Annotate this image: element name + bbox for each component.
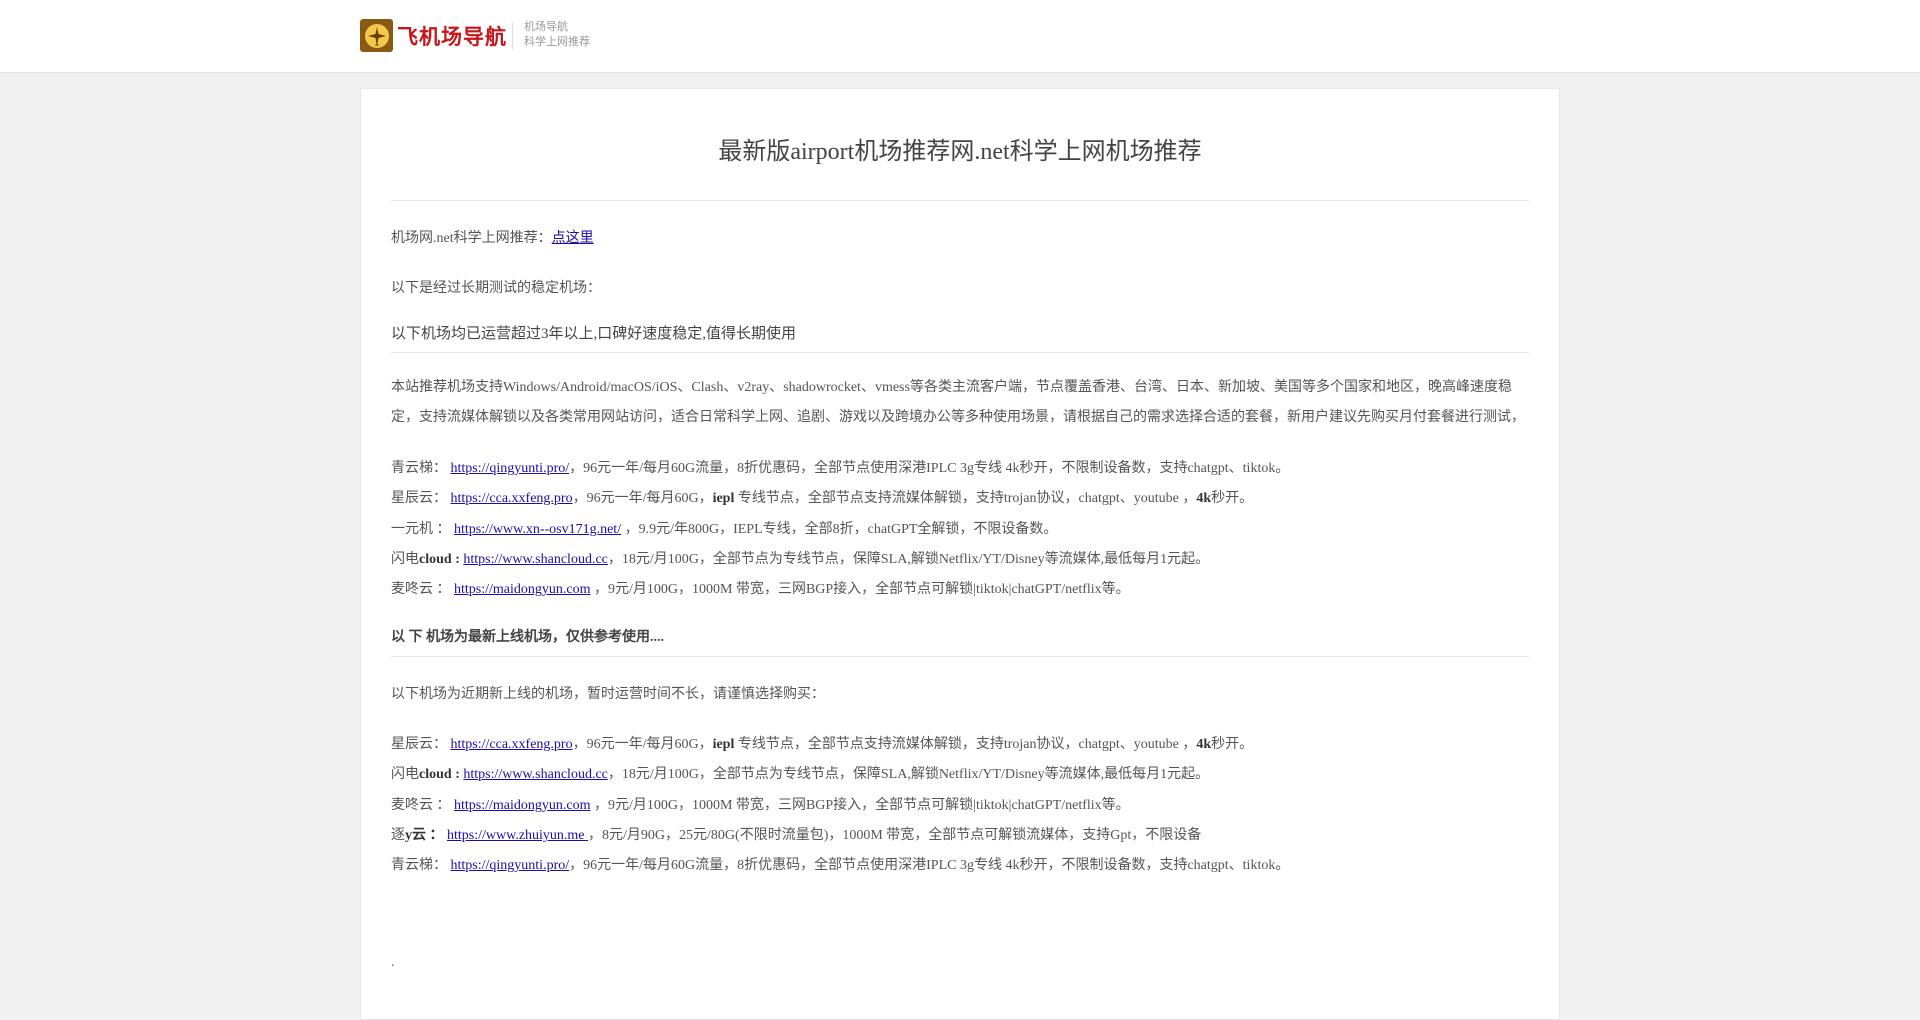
item-link[interactable]: https://www.shancloud.cc: [463, 767, 608, 782]
item-suffix: ，18元/月100G，全部节点为专线节点，保障SLA,解锁Netflix/YT/…: [607, 767, 1210, 783]
item-suffix: ，96元一年/每月60G流量，8折优惠码，全部节点使用深港IPLC 3g专线 4…: [569, 858, 1290, 873]
airport-list-item: 青云梯： https://qingyunti.pro/，96元一年/每月60G流…: [391, 854, 1289, 874]
item-suffix: ，96元一年/每月60G，: [572, 491, 713, 507]
item-link[interactable]: https://www.xn--osv171g.net/: [454, 522, 621, 537]
section-divider-new: [391, 656, 1529, 657]
airport-list-item: 麦咚云 ： https://maidongyun.com ，9元/月100G，1…: [391, 578, 1130, 598]
logo-divider: [512, 22, 513, 50]
airport-list-item: 闪电cloud : https://www.shancloud.cc，18元/月…: [391, 548, 1209, 568]
article-card: 最新版airport机场推荐网.net科学上网机场推荐 机场网.net科学上网推…: [360, 88, 1560, 1020]
item-prefix-2: :: [451, 551, 464, 567]
airport-list-item: 麦咚云 ： https://maidongyun.com ，9元/月100G，1…: [391, 794, 1130, 814]
item-prefix: 青云梯：: [391, 461, 451, 476]
site-logo[interactable]: 飞机场导航: [360, 19, 507, 52]
description-paragraph: 本站推荐机场支持Windows/Android/macOS/iOS、Clash、…: [391, 380, 1525, 425]
tagline-line-2: 科学上网推荐: [524, 36, 590, 48]
item-prefix: 闪电: [391, 551, 419, 567]
item-prefix-bold: cloud: [419, 767, 452, 783]
item-link[interactable]: https://qingyunti.pro/: [451, 858, 570, 873]
item-suffix: ，96元一年/每月60G，: [572, 737, 713, 752]
airplane-icon: [360, 19, 393, 52]
item-suffix: ，8元/月90G，25元/80G(不限时流量包)，1000M 带宽，全部节点可解…: [588, 827, 1202, 843]
airport-list-item: 闪电cloud : https://www.shancloud.cc，18元/月…: [391, 763, 1209, 783]
tagline-line-1: 机场导航: [524, 21, 568, 33]
item-bold: iepl: [712, 737, 735, 752]
item-suffix-2: 专线节点，全部节点支持流媒体解锁，支持trojan协议，chatgpt、yout…: [734, 491, 1197, 507]
item-link[interactable]: https://cca.xxfeng.pro: [451, 737, 573, 752]
item-suffix-3: 秒开。: [1211, 491, 1254, 507]
note-text: 以下是经过长期测试的稳定机场：: [391, 281, 601, 296]
item-link[interactable]: https://www.shancloud.cc: [463, 552, 608, 567]
item-bold-2: 4k: [1196, 737, 1212, 752]
item-prefix: 星辰云：: [391, 737, 451, 752]
airport-list-item: 星辰云： https://cca.xxfeng.pro，96元一年/每月60G，…: [391, 733, 1253, 753]
section-heading-new: 以 下 机场为最新上线机场，仅供参考使用....: [391, 630, 664, 645]
site-tagline: 机场导航 科学上网推荐: [524, 20, 590, 50]
item-suffix: ，18元/月100G，全部节点为专线节点，保障SLA,解锁Netflix/YT/…: [607, 551, 1210, 567]
item-suffix: ，9元/月100G，1000M 带宽，三网BGP接入，全部节点可解锁|tikto…: [590, 797, 1130, 813]
item-prefix: 一元机 ：: [391, 521, 454, 537]
item-suffix-2: 专线节点，全部节点支持流媒体解锁，支持trojan协议，chatgpt、yout…: [734, 737, 1197, 752]
item-link[interactable]: https://cca.xxfeng.pro: [451, 491, 573, 506]
top-header: 飞机场导航 机场导航 科学上网推荐: [0, 0, 1920, 73]
intro-link[interactable]: 点这里: [552, 231, 594, 246]
item-prefix-bold: y: [405, 827, 412, 843]
airport-list-item: 逐y云 ： https://www.zhuiyun.me ，8元/月90G，25…: [391, 824, 1201, 844]
note-new-text: 以下机场为近期新上线的机场，暂时运营时间不长，请谨慎选择购买：: [391, 687, 825, 702]
item-prefix: 麦咚云 ：: [391, 582, 454, 597]
page-title: 最新版airport机场推荐网.net科学上网机场推荐: [718, 139, 1202, 165]
item-prefix: 麦咚云 ：: [391, 797, 454, 813]
item-suffix: ，9元/月100G，1000M 带宽，三网BGP接入，全部节点可解锁|tikto…: [590, 582, 1130, 597]
title-divider: [391, 200, 1529, 201]
item-suffix: ，9.9元/年800G，IEPL专线，全部8折，chatGPT全解锁，不限设备数…: [621, 521, 1058, 537]
item-suffix: ，96元一年/每月60G流量，8折优惠码，全部节点使用深港IPLC 3g专线 4…: [569, 461, 1290, 476]
section-divider: [391, 352, 1529, 353]
item-link[interactable]: https://maidongyun.com: [454, 798, 591, 813]
item-prefix: 逐: [391, 827, 405, 843]
section-heading-stable: 以下机场均已运营超过3年以上,口碑好速度稳定,值得长期使用: [391, 326, 797, 342]
item-prefix: 闪电: [391, 767, 419, 783]
item-suffix-3: 秒开。: [1211, 737, 1254, 752]
intro-text: 机场网.net科学上网推荐：: [391, 231, 552, 246]
airport-list-item: 一元机 ： https://www.xn--osv171g.net/ ，9.9元…: [391, 518, 1057, 538]
item-prefix: 青云梯：: [391, 858, 451, 873]
item-bold: iepl: [712, 491, 735, 507]
item-prefix-2: 云 ：: [412, 827, 447, 843]
item-prefix-bold: cloud: [419, 551, 452, 567]
airport-list-item: 青云梯： https://qingyunti.pro/，96元一年/每月60G流…: [391, 457, 1289, 477]
item-link[interactable]: https://maidongyun.com: [454, 582, 591, 597]
airport-list-item: 星辰云： https://cca.xxfeng.pro，96元一年/每月60G，…: [391, 487, 1253, 507]
item-prefix: 星辰云：: [391, 491, 451, 507]
intro-line: 机场网.net科学上网推荐：点这里: [391, 227, 594, 247]
item-link[interactable]: https://www.zhuiyun.me: [447, 828, 588, 843]
item-prefix-2: :: [451, 767, 464, 783]
logo-text: 飞机场导航: [397, 23, 507, 49]
item-bold-2: 4k: [1196, 491, 1212, 507]
item-link[interactable]: https://qingyunti.pro/: [451, 461, 570, 476]
footer-dot: .: [391, 955, 395, 970]
